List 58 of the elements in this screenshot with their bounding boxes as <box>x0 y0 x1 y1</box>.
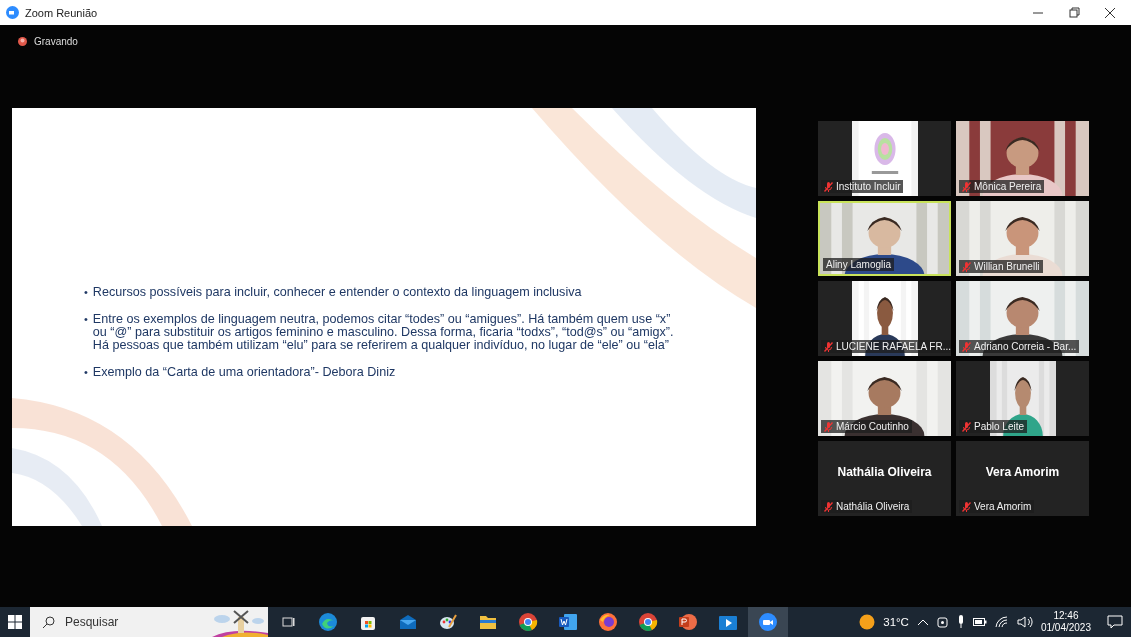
chrome-icon[interactable] <box>518 612 538 632</box>
search-bar[interactable]: Pesquisar <box>30 607 268 637</box>
muted-microphone-icon <box>962 261 971 272</box>
play-icon[interactable] <box>718 613 738 631</box>
chrome-icon[interactable] <box>638 612 658 632</box>
participant-name: Márcio Coutinho <box>836 421 909 432</box>
bullet-text: Recursos possíveis para incluir, conhecer e entender o contexto da linguagem inclusiva <box>92 286 582 299</box>
camera-icon[interactable] <box>936 615 949 629</box>
task-view-icon[interactable] <box>281 615 295 629</box>
zoom-app-icon[interactable] <box>758 612 778 632</box>
participant-name: Vera Amorim <box>974 501 1032 512</box>
recording-label: Gravando <box>34 35 78 47</box>
participant-name: Nathália Oliveira <box>836 501 910 512</box>
folder-icon[interactable] <box>479 614 497 630</box>
bullet-text: Entre os exemplos de linguagem neutra, podemos citar “todes” ou “amigues”. Há também quem use “x” ou “@” para substituir os artigos feminino e masculino. Dessa forma, ficaria “todxs”, “tod@s” ou “amigx”. Há pessoas que também utilizam “elu” para se referirem a qualquer indivíduo, no lugar de “ele” ou “ela” <box>92 313 674 352</box>
participant-name: Pablo Leite <box>974 421 1025 432</box>
clock-date: 01/04/2023 <box>1040 622 1091 634</box>
participant-name: Mônica Pereira <box>974 181 1042 192</box>
bullet-icon: • <box>84 313 88 352</box>
search-field[interactable]: Pesquisar <box>63 614 187 630</box>
microphone-icon[interactable] <box>956 615 965 629</box>
muted-microphone-icon <box>824 421 833 432</box>
edge-icon[interactable] <box>318 612 338 632</box>
participant-name: Instituto Incluir <box>836 181 901 192</box>
participant-display-name: Nathália Oliveira <box>837 464 932 479</box>
muted-microphone-icon <box>962 421 971 432</box>
participant-name: Adriano Correia - Bar... <box>974 341 1077 352</box>
participant-name: Willian Brunelli <box>974 261 1040 272</box>
window-title: Zoom Reunião <box>25 6 99 19</box>
bullet-text: Exemplo da “Carta de uma orientadora”- Debora Diniz <box>92 366 396 379</box>
windows-icon <box>8 615 22 629</box>
chevron-up-icon[interactable] <box>916 617 929 627</box>
temperature-text: 31°C <box>883 616 909 628</box>
clock-time: 12:46 <box>1053 610 1079 622</box>
firefox-icon[interactable] <box>598 612 618 632</box>
wifi-icon[interactable] <box>994 616 1009 628</box>
muted-microphone-icon <box>824 181 833 192</box>
word-icon[interactable] <box>558 613 578 631</box>
participant-display-name: Vera Amorim <box>985 464 1060 479</box>
muted-microphone-icon <box>962 501 971 512</box>
powerpoint-icon[interactable] <box>678 612 698 632</box>
participant-name: LUCIENE RAFAELA FR... <box>836 341 951 352</box>
muted-microphone-icon <box>962 341 971 352</box>
muted-microphone-icon <box>824 501 833 512</box>
zoom-logo-icon <box>6 6 19 19</box>
muted-microphone-icon <box>962 181 971 192</box>
notifications-icon[interactable] <box>1107 615 1123 629</box>
search-icon <box>42 615 55 629</box>
battery-icon[interactable] <box>972 617 987 627</box>
palette-icon[interactable] <box>439 613 457 631</box>
sun-icon <box>859 614 876 630</box>
muted-microphone-icon <box>824 341 833 352</box>
speaker-icon[interactable] <box>1016 616 1033 628</box>
mail-icon[interactable] <box>399 614 417 630</box>
bullet-icon: • <box>84 366 88 379</box>
participant-name: Aliny Lamoglia <box>826 259 892 270</box>
bullet-icon: • <box>84 286 88 299</box>
recording-icon <box>18 36 27 46</box>
